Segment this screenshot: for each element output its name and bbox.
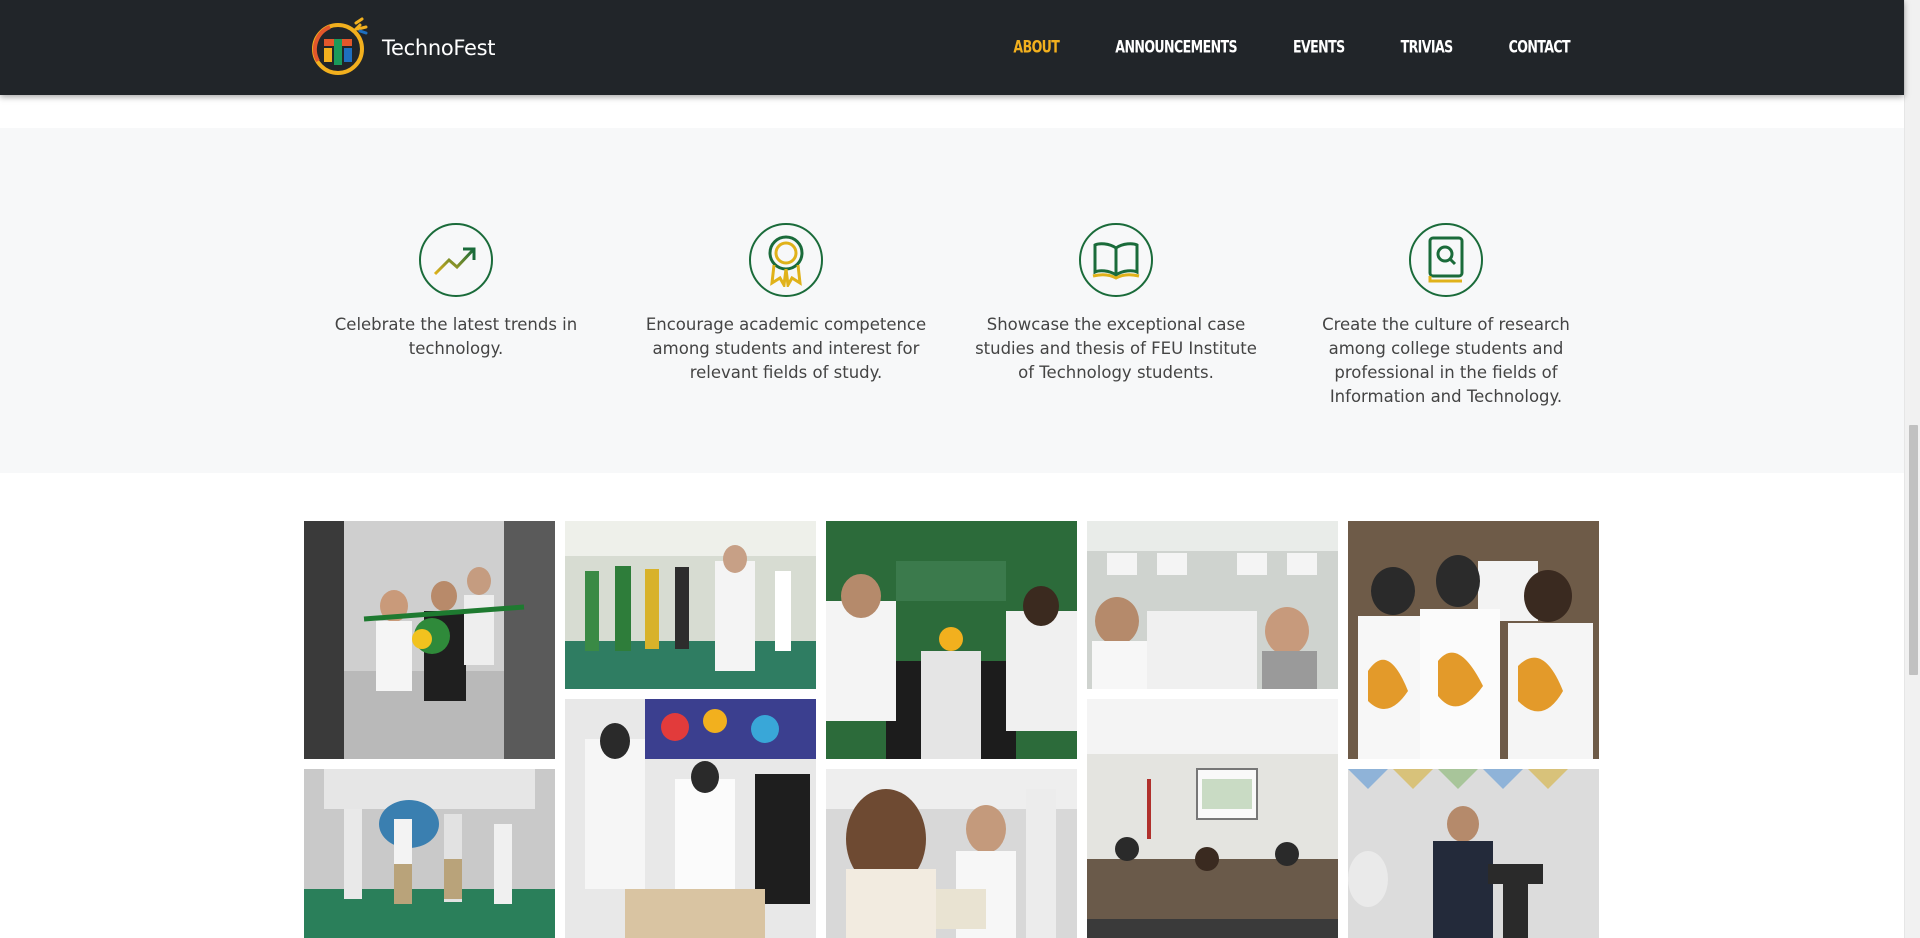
brand-name: TechnoFest <box>382 36 496 60</box>
trending-up-icon <box>419 223 493 297</box>
feature-research-text: Create the culture of research among col… <box>1322 315 1570 406</box>
nav-announcements[interactable]: ANNOUNCEMENTS <box>1115 38 1237 57</box>
gallery-photo-lecture-room[interactable] <box>1087 699 1338 938</box>
gallery-photo-students-dining[interactable] <box>826 521 1077 759</box>
feature-showcase: Showcase the exceptional case studies an… <box>966 223 1266 385</box>
feature-research: Create the culture of research among col… <box>1296 223 1596 409</box>
page-scrollbar[interactable] <box>1904 0 1920 938</box>
navbar: TechnoFest ABOUT ANNOUNCEMENTS EVENTS TR… <box>0 0 1904 95</box>
feature-competence-text: Encourage academic competence among stud… <box>645 315 927 382</box>
gallery-photo-feu-tech-shirts[interactable] <box>1348 521 1599 759</box>
feature-trends-text: Celebrate the latest trends in technolog… <box>334 315 578 358</box>
photo-gallery <box>304 521 1600 938</box>
technofest-logo-icon <box>312 17 368 75</box>
award-ribbon-icon <box>749 223 823 297</box>
scrollbar-thumb[interactable] <box>1909 425 1918 675</box>
gallery-photo-speaker-mic[interactable] <box>826 769 1077 938</box>
about-features-section: Celebrate the latest trends in technolog… <box>0 128 1904 473</box>
feature-trends: Celebrate the latest trends in technolog… <box>306 223 606 361</box>
gallery-photo-students-standing[interactable] <box>565 521 816 689</box>
nav-trivias[interactable]: TRIVIAS <box>1401 38 1454 57</box>
brand-link[interactable]: TechnoFest <box>310 17 496 79</box>
gallery-photo-dance-performance[interactable] <box>304 769 555 938</box>
main-nav: ABOUT ANNOUNCEMENTS EVENTS TRIVIAS CONTA… <box>957 0 1570 95</box>
feature-competence: Encourage academic competence among stud… <box>636 223 936 385</box>
book-search-icon <box>1409 223 1483 297</box>
gallery-photo-sinulog-project[interactable] <box>565 699 816 938</box>
open-book-icon <box>1079 223 1153 297</box>
nav-contact[interactable]: CONTACT <box>1509 38 1571 57</box>
gallery-photo-ribbon-cutting[interactable] <box>304 521 555 759</box>
gallery-photo-podium-speaker[interactable] <box>1348 769 1599 938</box>
nav-events[interactable]: EVENTS <box>1293 38 1345 57</box>
feature-showcase-text: Showcase the exceptional case studies an… <box>975 315 1257 382</box>
gallery-photo-seminar-computers[interactable] <box>1087 521 1338 689</box>
nav-about[interactable]: ABOUT <box>1013 38 1059 57</box>
